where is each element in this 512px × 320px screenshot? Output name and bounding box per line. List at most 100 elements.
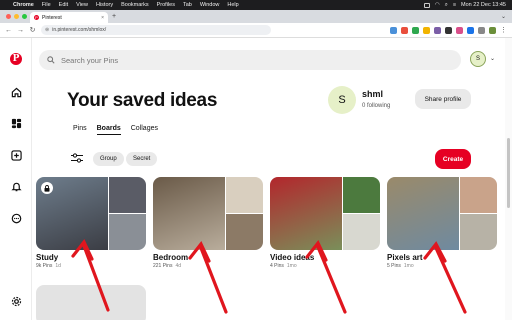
board-cover-side <box>343 177 380 213</box>
board-title[interactable]: Pixels art <box>387 253 497 262</box>
extension-icon[interactable] <box>423 26 430 34</box>
wifi-icon[interactable]: ◠ <box>435 2 440 8</box>
board-card[interactable]: Video ideas 4 Pins 1mo <box>270 177 380 269</box>
menu-file[interactable]: File <box>42 2 51 8</box>
search-icon <box>47 56 55 64</box>
content-tabs: Pins Boards Collages <box>73 125 158 135</box>
tab-pins[interactable]: Pins <box>73 125 87 135</box>
board-updated: 1mo <box>403 263 414 269</box>
close-tab-icon[interactable]: × <box>101 15 104 21</box>
search-icon[interactable]: ⌕ <box>445 2 448 9</box>
scrollbar-thumb[interactable] <box>507 138 510 208</box>
search-placeholder: Search your Pins <box>61 55 119 65</box>
board-cover[interactable] <box>153 177 263 250</box>
board-cover-main <box>387 177 459 250</box>
tab-pinterest[interactable]: P Pinterest × <box>30 12 108 23</box>
menubar-clock[interactable]: Mon 22 Dec 13:45 <box>461 2 506 8</box>
extension-icon[interactable] <box>456 26 463 34</box>
create-pin-icon[interactable] <box>9 148 23 162</box>
url-text: in.pinterest.com/shmlox/ <box>52 27 107 33</box>
board-cover[interactable] <box>36 177 146 250</box>
menu-chrome[interactable]: Chrome <box>13 2 34 8</box>
board-cover-side <box>460 214 497 250</box>
minimize-window-button[interactable] <box>14 14 19 19</box>
board-card[interactable]: Study 9k Pins 1d <box>36 177 146 269</box>
filter-group-chip[interactable]: Group <box>93 152 124 166</box>
pinterest-logo-icon[interactable]: P <box>9 52 23 66</box>
filter-icon[interactable] <box>71 153 83 163</box>
reload-icon[interactable]: ↻ <box>29 26 36 34</box>
board-cover-side <box>226 214 263 250</box>
browser-tab-strip: P Pinterest × + ⌄ <box>0 10 512 23</box>
home-icon[interactable] <box>9 85 23 99</box>
menubar-status: ◠ ⌕ ≡ Mon 22 Dec 13:45 <box>423 2 506 9</box>
notifications-icon[interactable] <box>9 179 23 193</box>
board-meta: 221 Pins 4d <box>153 263 263 269</box>
battery-icon[interactable] <box>423 2 430 8</box>
board-card[interactable]: Bedroom 221 Pins 4d <box>153 177 263 269</box>
window-controls <box>6 14 27 19</box>
extension-icon[interactable] <box>412 26 419 34</box>
following-count[interactable]: 0 following <box>362 103 390 109</box>
chevron-down-icon[interactable]: ⌄ <box>490 55 495 62</box>
menu-window[interactable]: Window <box>200 2 220 8</box>
tab-boards[interactable]: Boards <box>96 125 121 135</box>
pinterest-sidebar: P <box>0 38 32 320</box>
extension-icon[interactable] <box>390 26 397 34</box>
board-cover-main <box>153 177 225 250</box>
board-cover-main <box>270 177 342 250</box>
extension-icon[interactable] <box>401 26 408 34</box>
forward-icon[interactable]: → <box>17 27 24 34</box>
board-title[interactable]: Bedroom <box>153 253 263 262</box>
board-meta: 4 Pins 1mo <box>270 263 380 269</box>
messages-icon[interactable] <box>9 211 23 225</box>
board-pin-count: 221 Pins <box>153 263 173 269</box>
settings-icon[interactable] <box>9 294 23 308</box>
tab-collages[interactable]: Collages <box>131 125 158 135</box>
extension-icon[interactable] <box>434 26 441 34</box>
board-cover-side <box>226 177 263 213</box>
board-meta: 5 Pins 1mo <box>387 263 497 269</box>
site-info-icon[interactable]: ⊜ <box>45 27 49 33</box>
explore-icon[interactable] <box>9 116 23 130</box>
profile-avatar[interactable]: S <box>328 86 356 114</box>
menu-view[interactable]: View <box>76 2 88 8</box>
extension-icon[interactable] <box>445 26 452 34</box>
profile-username[interactable]: shml <box>362 89 383 99</box>
account-avatar[interactable]: S <box>470 51 486 67</box>
board-card[interactable] <box>36 285 146 320</box>
create-button[interactable]: Create <box>435 149 471 169</box>
address-bar[interactable]: ⊜ in.pinterest.com/shmlox/ <box>41 25 271 35</box>
menu-history[interactable]: History <box>96 2 113 8</box>
board-pin-count: 9k Pins <box>36 263 53 269</box>
menu-tab[interactable]: Tab <box>183 2 192 8</box>
tab-search-icon[interactable]: ⌄ <box>501 13 506 20</box>
menu-bookmarks[interactable]: Bookmarks <box>121 2 149 8</box>
more-icon[interactable]: ⋮ <box>500 27 507 34</box>
board-cover[interactable] <box>270 177 380 250</box>
control-center-icon[interactable]: ≡ <box>453 2 456 8</box>
puzzle-icon[interactable] <box>478 26 485 34</box>
browser-profile-avatar[interactable] <box>489 26 496 34</box>
menu-edit[interactable]: Edit <box>59 2 68 8</box>
extension-icon[interactable] <box>467 26 474 34</box>
extensions-area: ⋮ <box>390 26 507 34</box>
board-card[interactable]: Pixels art 5 Pins 1mo <box>387 177 497 269</box>
board-cover-side <box>109 177 146 213</box>
board-title[interactable]: Video ideas <box>270 253 380 262</box>
zoom-window-button[interactable] <box>22 14 27 19</box>
back-icon[interactable]: ← <box>5 27 12 34</box>
new-tab-icon[interactable]: + <box>112 13 116 20</box>
board-cover[interactable] <box>387 177 497 250</box>
menu-profiles[interactable]: Profiles <box>157 2 175 8</box>
board-pin-count: 4 Pins <box>270 263 284 269</box>
close-window-button[interactable] <box>6 14 11 19</box>
search-input[interactable]: Search your Pins <box>39 50 461 70</box>
menu-help[interactable]: Help <box>227 2 238 8</box>
page-title: Your saved ideas <box>67 90 218 111</box>
board-title[interactable]: Study <box>36 253 146 262</box>
scrollbar[interactable] <box>505 38 512 320</box>
share-profile-button[interactable]: Share profile <box>415 89 471 109</box>
filter-secret-chip[interactable]: Secret <box>126 152 158 166</box>
board-updated: 1mo <box>286 263 297 269</box>
